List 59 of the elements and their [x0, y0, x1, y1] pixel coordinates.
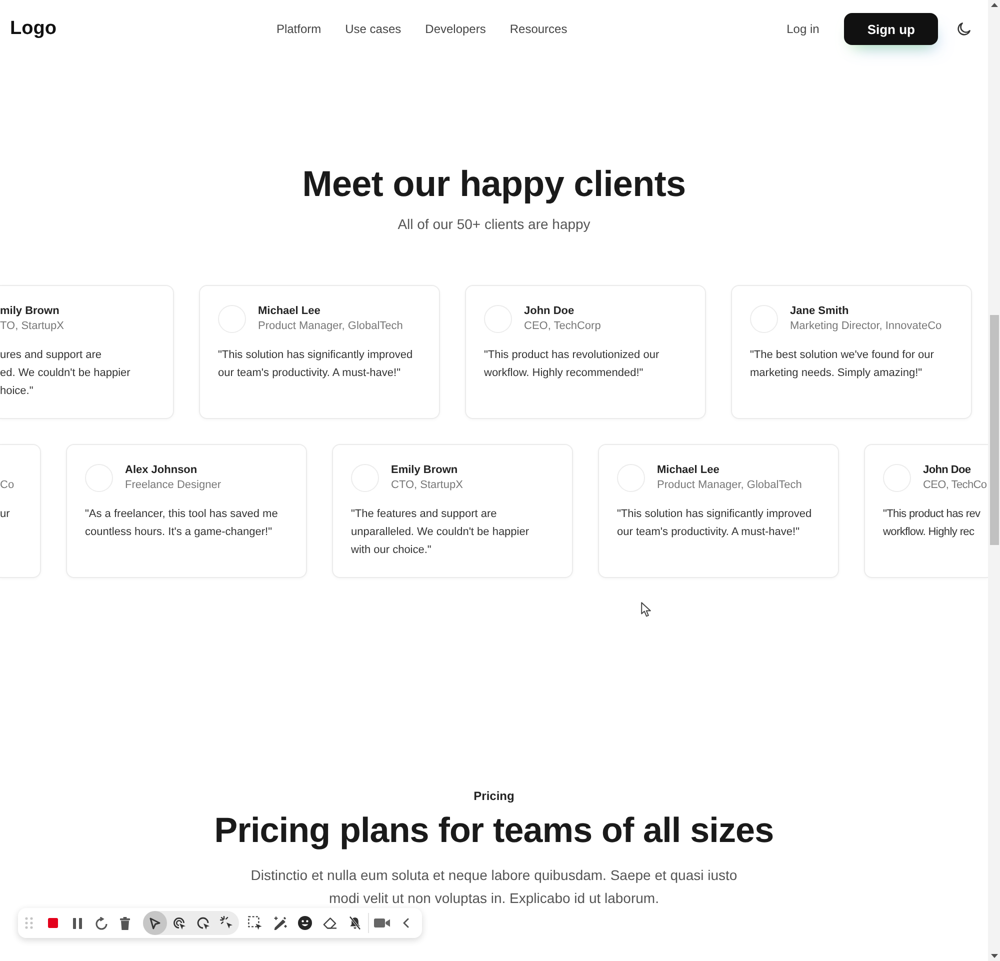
muted-bell-icon[interactable] [349, 916, 361, 930]
client-role: Product Manager, GlobalTech [657, 478, 802, 493]
eraser-icon[interactable] [323, 917, 337, 929]
client-name: Emily Brown [391, 463, 459, 478]
section-title: Meet our happy clients [302, 162, 686, 206]
client-name: mily Brown [0, 304, 60, 319]
quote-text: "The best solution we've found for our marketing needs. Simply amazing!" [750, 348, 935, 381]
cursor-mode-button[interactable] [143, 911, 167, 935]
sparkle-pointer-icon [220, 916, 234, 930]
client-name: Jane Smith [790, 304, 850, 319]
restart-icon[interactable] [94, 916, 108, 930]
client-role: Marketing Director, InnovateCo [790, 319, 942, 334]
client-name: Michael Lee [657, 463, 720, 478]
client-role: TO, StartupX [0, 319, 64, 334]
quote-text: "As a freelancer, this tool has saved me countless hours. It's a game-changer!" [85, 507, 279, 540]
logo[interactable]: Logo [10, 18, 56, 40]
nav-link[interactable]: Use cases [345, 21, 402, 37]
smiley-icon[interactable] [298, 916, 312, 930]
spotlight-pointer-icon [196, 916, 210, 930]
section-eyebrow: Pricing [474, 788, 514, 804]
client-role: CTO, StartupX [391, 478, 463, 493]
client-name: John Doe [524, 304, 576, 319]
client-role: CEO, TechCo [923, 478, 987, 493]
quote-text: ures and support are ed. We couldn't be happier hoice." [0, 348, 132, 399]
client-role: Product Manager, GlobalTech [258, 319, 403, 334]
quote-text: "This product has rev workflow. Highly rec [883, 507, 982, 540]
click-ripple-pointer-icon [172, 916, 186, 930]
video-camera-icon[interactable] [374, 918, 390, 928]
scroll-down-arrow-icon[interactable] [990, 954, 998, 958]
nav-link[interactable]: Developers [425, 21, 486, 37]
mouse-pointer-icon [641, 602, 651, 617]
client-name: Alex Johnson [125, 463, 198, 478]
quote-text: "This solution has significantly improved our team's productivity. A must-have!" [617, 507, 813, 540]
scroll-up-arrow-icon[interactable] [990, 3, 998, 7]
section-title: Pricing plans for teams of all sizes [214, 810, 774, 852]
signup-button[interactable]: Sign up [844, 13, 938, 45]
client-name: Michael Lee [258, 304, 322, 319]
chevron-left-icon[interactable] [403, 918, 409, 928]
client-role: Co [0, 478, 14, 493]
trash-icon[interactable] [120, 916, 130, 930]
drag-handle-icon[interactable] [25, 917, 33, 929]
dashed-selection-icon[interactable] [248, 916, 262, 930]
pen-sparkle-icon[interactable] [273, 916, 287, 930]
pause-icon[interactable] [72, 918, 82, 928]
quote-text: ur [0, 507, 11, 522]
client-role: CEO, TechCorp [524, 319, 601, 334]
section-subtitle: All of our 50+ clients are happy [398, 215, 590, 233]
quote-text: "This solution has significantly improved our team's productivity. A must-have!" [218, 348, 414, 381]
pointer-icon [149, 916, 161, 930]
scrollbar-thumb[interactable] [990, 315, 998, 545]
quote-text: "This product has revolutionized our workflow. Highly recommended!" [484, 348, 660, 381]
quote-text: "The features and support are unparalleled. We couldn't be happier with our choice." [351, 507, 530, 558]
nav-link[interactable]: Platform [276, 21, 322, 37]
nav-link[interactable]: Resources [510, 21, 568, 37]
section-description: Distinctio et nulla eum soluta et neque labore quibusdam. Saepe et quasi iusto modi velit ut non voluptas in. Explicabo id ut laborum. [250, 866, 738, 908]
moon-icon[interactable] [957, 22, 971, 36]
client-name: John Doe [923, 463, 972, 478]
login-link[interactable]: Log in [786, 21, 820, 37]
client-role: Freelance Designer [125, 478, 221, 493]
